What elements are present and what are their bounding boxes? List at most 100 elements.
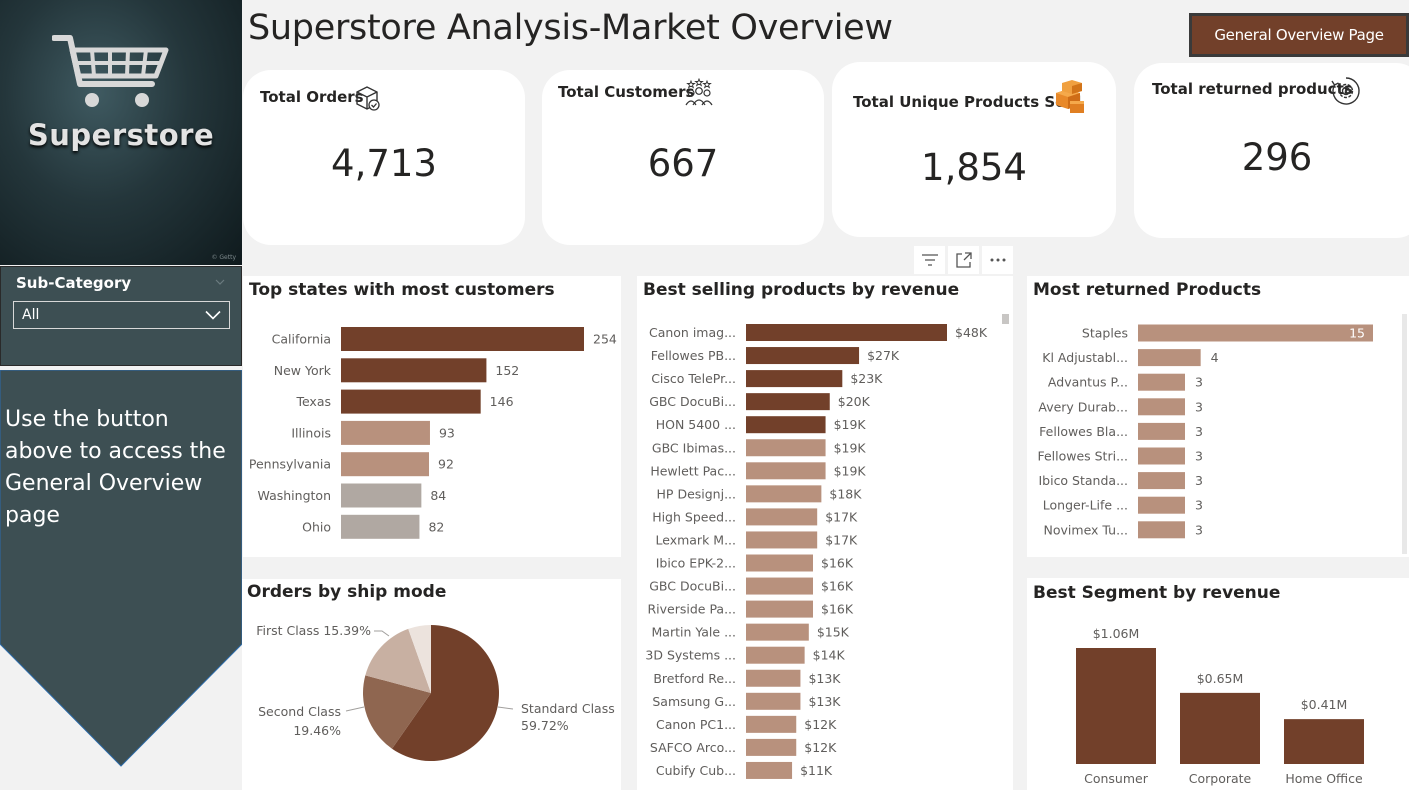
category-label: Martin Yale ...: [652, 625, 737, 640]
most-returned-chart: Staples 15 Kl Adjustabl... 4 Advantus P... 3 A…: [1037, 314, 1407, 554]
category-label: HON 5400 ...: [656, 417, 736, 432]
leader-line: [497, 706, 514, 710]
data-label: $16K: [821, 556, 854, 571]
filter-icon: [921, 254, 938, 266]
filter-button[interactable]: [914, 246, 945, 274]
scrollbar[interactable]: [1002, 314, 1009, 324]
data-label: 3: [1195, 498, 1203, 513]
bar: [746, 393, 830, 411]
leader-line: [345, 706, 365, 712]
slicer-title: Sub-Category: [16, 274, 132, 292]
data-label: 93: [439, 425, 455, 440]
boxes-icon: [1056, 80, 1084, 113]
leader-line: [374, 630, 390, 637]
data-label: $17K: [825, 509, 858, 524]
most-returned-panel: Most returned Products Staples 15 Kl Adjus…: [1027, 276, 1409, 557]
data-label: 254: [593, 332, 617, 347]
page-title: Superstore Analysis-Market Overview: [248, 8, 893, 48]
kpi-card-products: Total Unique Products Sold 1,854: [832, 62, 1116, 237]
data-label: $0.41M: [1301, 697, 1348, 712]
best-selling-panel: Best selling products by revenue Canon i…: [637, 276, 1013, 790]
category-label: Washington: [258, 488, 331, 503]
general-overview-button[interactable]: General Overview Page: [1189, 13, 1409, 57]
category-label: GBC DocuBi...: [649, 394, 736, 409]
kpi-value: 4,713: [331, 142, 437, 185]
bar: [746, 416, 826, 434]
kpi-card-returns: Total returned products 296: [1134, 63, 1409, 238]
box-check-icon: [356, 86, 380, 111]
category-label: Staples: [1082, 326, 1128, 341]
bar: [746, 577, 813, 595]
data-label: 19.46%: [293, 723, 341, 738]
data-label: $12K: [804, 717, 837, 732]
bar: [746, 646, 805, 664]
bar: [746, 623, 809, 641]
focus-mode-button[interactable]: [948, 246, 979, 274]
bar: [1180, 692, 1260, 764]
data-label: 84: [430, 488, 446, 503]
category-label: Avery Durab...: [1038, 399, 1128, 414]
bar: [341, 514, 420, 539]
category-label: Bretford Re...: [653, 671, 736, 686]
data-label: $15K: [817, 625, 850, 640]
category-label: Ohio: [302, 519, 331, 534]
logo-watermark: © Getty: [211, 254, 236, 261]
bar: [341, 452, 430, 477]
data-label: Second Class: [258, 704, 341, 719]
category-label: HP Designj...: [657, 486, 736, 501]
data-label: 3: [1195, 375, 1203, 390]
category-label: GBC Ibimas...: [652, 440, 736, 455]
category-label: Fellowes Bla...: [1039, 424, 1128, 439]
bar: [746, 715, 797, 733]
ellipsis-icon: [990, 258, 1005, 262]
data-label: $20K: [838, 394, 871, 409]
data-label: 152: [495, 363, 519, 378]
bar: [746, 600, 813, 618]
category-label: Ibico Standa...: [1038, 473, 1128, 488]
kpi-label: Total Unique Products Sold: [853, 93, 1082, 111]
scrollbar-track: [1402, 314, 1407, 554]
category-label: Canon PC1...: [656, 717, 736, 732]
more-options-button[interactable]: [982, 246, 1013, 274]
kpi-value: 1,854: [921, 146, 1027, 189]
category-label: Corporate: [1189, 771, 1252, 786]
category-label: 3D Systems ...: [645, 648, 736, 663]
bar: [1138, 472, 1185, 490]
bar: [341, 327, 584, 351]
bar: [746, 462, 826, 480]
data-label: $23K: [850, 371, 883, 386]
bar: [341, 420, 430, 445]
category-label: Ibico EPK-2...: [656, 556, 736, 571]
category-label: Hewlett Pac...: [650, 463, 736, 478]
top-states-chart: California 254 New York 152 Texas 146 Illinois…: [249, 327, 617, 539]
data-label: 82: [428, 519, 444, 534]
chevron-down-icon[interactable]: [215, 277, 225, 287]
ship-mode-panel: Orders by ship mode Standard Class 59.72%…: [242, 579, 621, 790]
expand-icon: [955, 252, 972, 268]
category-label: Longer-Life ...: [1043, 498, 1128, 513]
data-label: $12K: [804, 740, 837, 755]
bar: [1138, 447, 1185, 465]
sub-category-dropdown[interactable]: All: [13, 301, 230, 329]
category-label: Consumer: [1084, 771, 1149, 786]
kpi-value: 667: [647, 142, 719, 185]
category-label: Cisco TelePr...: [651, 371, 736, 386]
bar: [1076, 648, 1156, 764]
bar: [746, 692, 801, 710]
kpi-label: Total Orders: [260, 88, 364, 106]
gear-cycle-icon: [1331, 77, 1360, 105]
category-label: Cubify Cub...: [656, 763, 736, 778]
bar: [746, 485, 822, 503]
category-label: Lexmark M...: [655, 532, 736, 547]
top-states-panel: Top states with most customers Californi…: [243, 276, 621, 557]
bar: [746, 761, 793, 779]
data-label: 3: [1195, 399, 1203, 414]
bar: [1138, 398, 1185, 416]
data-label: 3: [1195, 424, 1203, 439]
data-label: 3: [1195, 522, 1203, 537]
data-label: $0.65M: [1197, 671, 1244, 686]
bar: [746, 370, 843, 388]
kpi-card-customers: Total Customers 667: [542, 70, 824, 245]
category-label: Samsung G...: [652, 694, 736, 709]
data-label: 4: [1211, 350, 1219, 365]
